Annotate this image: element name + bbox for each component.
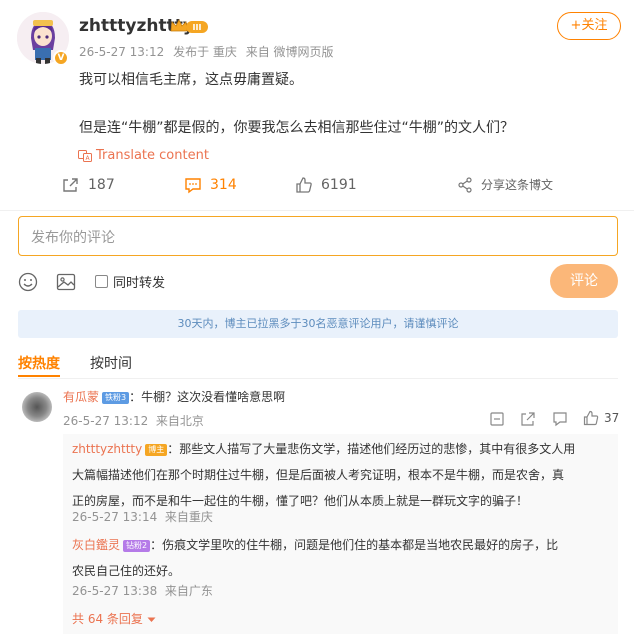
reply-meta: 26-5-27 13:38 来自广东 [72,582,213,599]
comment-like-count: 37 [604,411,620,425]
reply-line: 灰白鑑灵 钻粉2 ：伤痕文学里吹的住牛棚，问题是他们住的基本都是当地农民最好的房子，… [72,532,558,558]
more-replies-link[interactable]: 共 64 条回复 [72,610,156,627]
emoji-icon[interactable] [18,272,38,292]
reply-location: 来自重庆 [164,510,213,524]
comment-count: 314 [210,177,237,193]
share-icon [457,176,473,193]
commenter-name[interactable]: 有瓜蒙 [63,390,99,404]
comment-meta: 26-5-27 13:12 来自北京 [63,412,204,429]
crown-badge-icon: III [169,17,209,35]
author-badge: 博主 [145,444,168,456]
reply-author-name[interactable]: zhtttyzhttty [72,442,142,456]
active-tab-indicator [18,375,60,377]
translate-icon: A [78,149,92,162]
post-source: 来自 微博网页版 [245,45,334,59]
comment-more-icon[interactable] [489,411,505,427]
comment-notice: 30天内，博主已拉黑多于30名恶意评论用户，请谨慎评论 [18,310,618,338]
reply-time: 26-5-27 13:38 [72,584,158,598]
translate-link[interactable]: A Translate content [78,148,209,163]
post-time[interactable]: 26-5-27 13:12 [79,45,164,59]
like-action[interactable]: 6191 [295,176,357,194]
repost-icon [62,176,80,194]
comment-input[interactable]: 发布你的评论 [18,216,618,256]
translate-label: Translate content [96,148,209,163]
share-action[interactable]: 分享这条博文 [457,176,553,193]
more-replies-label: 共 64 条回复 [72,612,143,626]
post-location: 发布于 重庆 [173,45,237,59]
reply-author-name[interactable]: 灰白鑑灵 [72,538,120,552]
comment-icon [184,176,202,194]
reply-item: 灰白鑑灵 钻粉2 ：伤痕文学里吹的住牛棚，问题是他们住的基本都是当地农民最好的房子，… [72,532,558,584]
reply-meta: 26-5-27 13:14 来自重庆 [72,508,213,525]
reply-location: 来自广东 [164,584,213,598]
comment-body: 有瓜蒙 铁粉3 ：牛棚？这次没看懂啥意思啊 [63,388,285,406]
thumbs-up-icon [295,176,313,194]
divider [18,378,618,379]
submit-comment-button[interactable]: 评论 [550,264,618,298]
reply-line: 农民自己住的还好。 [72,564,181,578]
reply-item: zhtttyzhttty 博主 ：那些文人描写了大量悲伤文学，描述他们经历过的悲惨，… [72,436,575,514]
commenter-avatar[interactable] [22,392,52,422]
comment-text: ：牛棚？这次没看懂啥意思啊 [129,390,286,404]
share-label: 分享这条博文 [481,178,554,192]
post-paragraph: 但是连“牛棚”都是假的，你要我怎么去相信那些住过“牛棚”的文人们？ [79,120,515,136]
comment-time: 26-5-27 13:12 [63,414,149,428]
divider [0,210,634,211]
post-paragraph: 我可以相信毛主席，这点毋庸置疑。 [79,72,303,88]
fan-badge: 铁粉3 [102,392,130,404]
repost-action[interactable]: 187 [62,176,115,194]
tab-sort-by-hot[interactable]: 按热度 [18,353,60,373]
crown-badge-label: III [193,23,202,32]
comment-action[interactable]: 314 [184,176,237,194]
repost-checkbox-label[interactable]: 同时转发 [113,272,165,291]
repost-checkbox[interactable] [95,275,108,288]
verified-badge: V [53,50,69,66]
reply-line: zhtttyzhttty 博主 ：那些文人描写了大量悲伤文学，描述他们经历过的悲惨，… [72,436,575,462]
comment-repost-icon[interactable] [520,411,536,427]
reply-time: 26-5-27 13:14 [72,510,158,524]
comment-location: 来自北京 [155,414,204,428]
comment-reply-icon[interactable] [552,411,568,427]
reply-text: ：那些文人描写了大量悲伤文学，描述他们经历过的悲惨，其中有很多文人用 [167,442,576,456]
follow-button[interactable]: +关注 [557,12,621,40]
image-icon[interactable] [56,272,76,292]
post-meta: 26-5-27 13:12 发布于 重庆 来自 微博网页版 [79,43,339,60]
tab-sort-by-time[interactable]: 按时间 [90,353,132,373]
comment-like[interactable]: 37 [583,410,619,426]
reply-text: ：伤痕文学里吹的住牛棚，问题是他们住的基本都是当地农民最好的房子，比 [150,538,559,552]
chevron-down-icon [147,617,156,623]
like-count: 6191 [321,177,357,193]
fan-badge: 钻粉2 [123,540,151,552]
reply-line: 大篇幅描述他们在那个时期住过牛棚，但是后面被人考究证明，根本不是牛棚，而是农舍，… [72,468,565,482]
repost-count: 187 [88,177,115,193]
thumbs-up-icon [583,410,599,426]
